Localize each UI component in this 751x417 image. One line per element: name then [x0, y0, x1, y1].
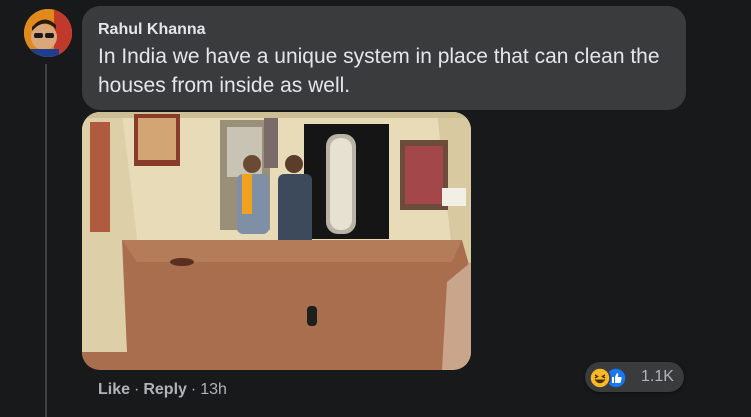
laugh-emoji-icon	[589, 367, 611, 389]
avatar[interactable]	[24, 9, 72, 57]
reply-link[interactable]: Reply	[143, 381, 187, 398]
comment-actions: Like · Reply · 13h	[98, 380, 227, 400]
comment-author[interactable]: Rahul Khanna	[98, 20, 670, 40]
thread-line	[45, 64, 47, 417]
comment-timestamp[interactable]: 13h	[200, 381, 227, 398]
comment-photo[interactable]	[82, 112, 471, 370]
like-link[interactable]: Like	[98, 381, 130, 398]
comment-text: In India we have a unique system in plac…	[98, 45, 660, 97]
reactions-badge[interactable]: 1.1K	[585, 362, 684, 392]
comment-bubble: Rahul Khanna In India we have a unique s…	[82, 6, 686, 110]
flooded-room-image	[82, 112, 471, 370]
separator: ·	[134, 381, 140, 398]
separator: ·	[190, 381, 197, 398]
reaction-count: 1.1K	[641, 368, 674, 385]
